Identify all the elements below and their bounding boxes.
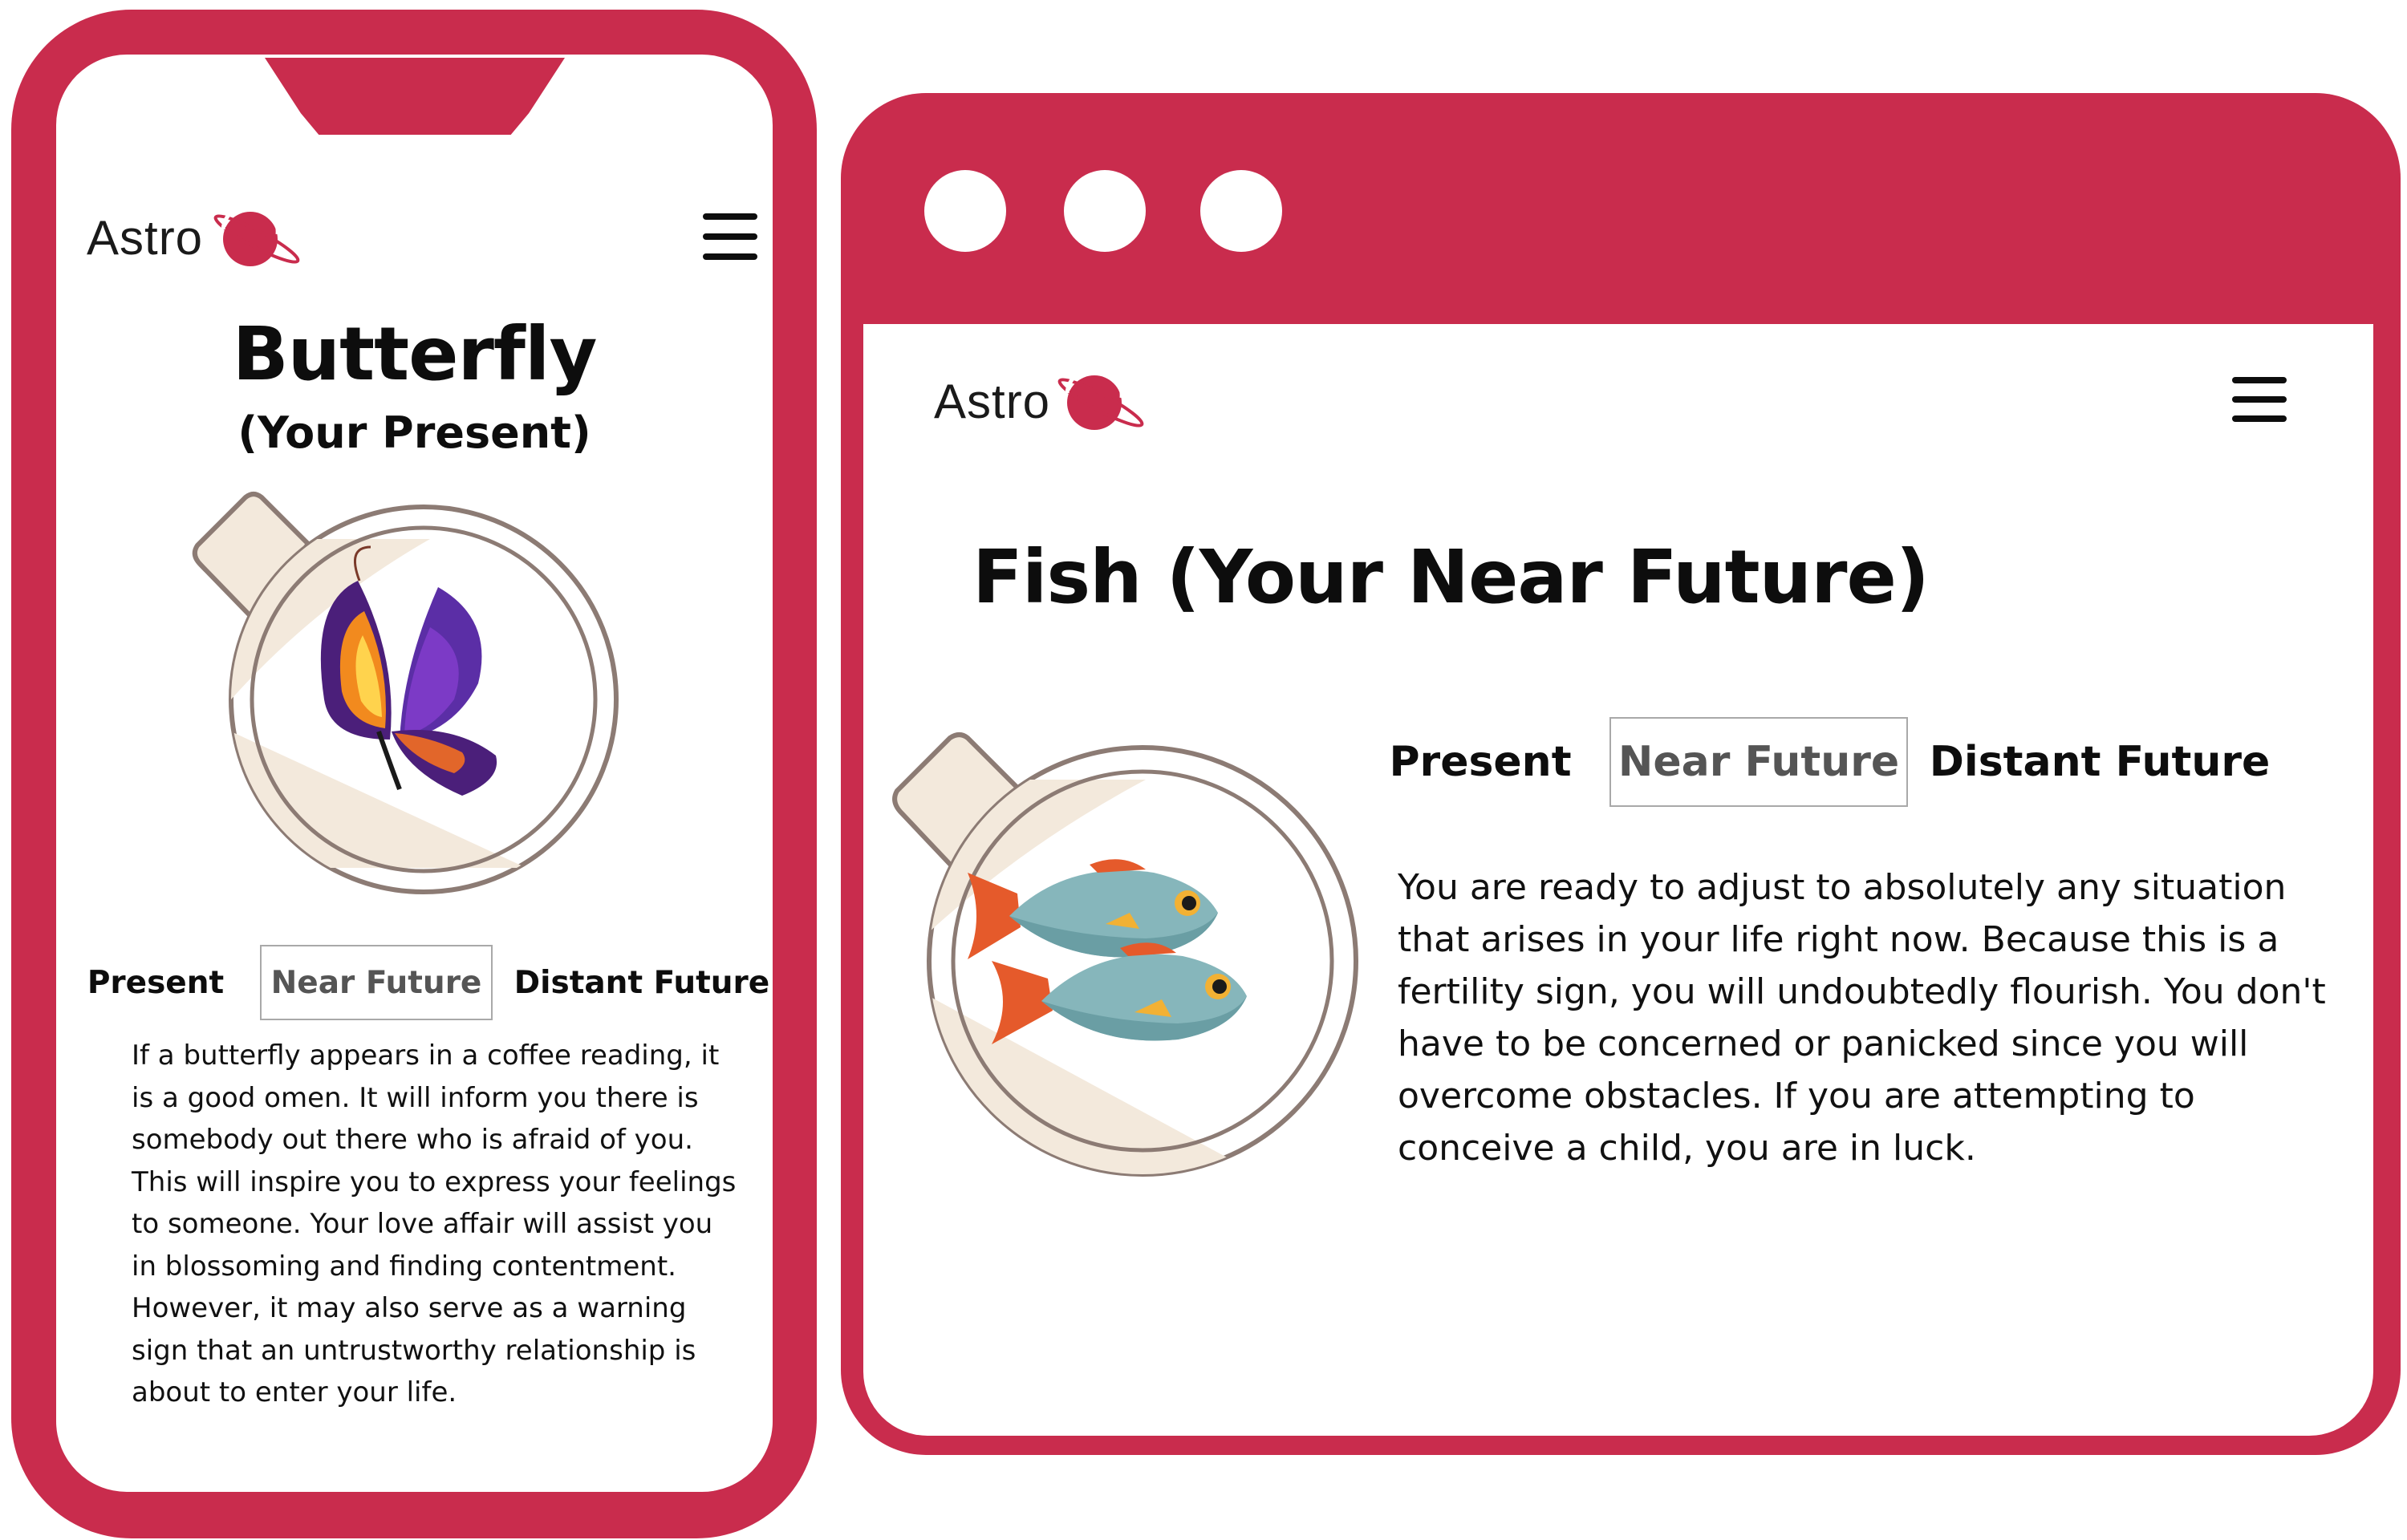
planet-logo-icon bbox=[213, 205, 300, 266]
desktop-reading-text: You are ready to adjust to absolutely an… bbox=[1398, 867, 2326, 1169]
mobile-tab-near-future[interactable]: Near Future bbox=[260, 945, 493, 1020]
window-dot-icon[interactable] bbox=[1064, 170, 1146, 252]
mobile-page-title: Butterfly bbox=[232, 311, 598, 397]
mobile-page-subtitle: (Your Present) bbox=[237, 407, 591, 458]
mobile-tab-present[interactable]: Present bbox=[87, 945, 224, 1020]
desktop-coffee-cup-illustration bbox=[892, 732, 1358, 1177]
desktop-tab-distant-future[interactable]: Distant Future bbox=[1930, 717, 2271, 807]
planet-logo-icon bbox=[1057, 369, 1144, 430]
logo-text: Astro bbox=[934, 375, 1051, 428]
desktop-hamburger-menu-icon[interactable] bbox=[2232, 377, 2287, 422]
desktop-page-title: Fish (Your Near Future) bbox=[972, 534, 1930, 620]
phone-notch bbox=[265, 58, 565, 135]
logo-text: Astro bbox=[87, 211, 204, 265]
mobile-tab-distant-future[interactable]: Distant Future bbox=[514, 945, 769, 1020]
mobile-reading-text: If a butterfly appears in a coffee readi… bbox=[132, 1040, 737, 1408]
window-dot-icon[interactable] bbox=[1200, 170, 1282, 252]
desktop-tab-present[interactable]: Present bbox=[1389, 717, 1571, 807]
desktop-logo[interactable]: Astro bbox=[934, 369, 1146, 436]
window-dot-icon[interactable] bbox=[924, 170, 1006, 252]
mobile-hamburger-menu-icon[interactable] bbox=[703, 213, 757, 260]
mobile-logo[interactable]: Astro bbox=[87, 205, 300, 273]
desktop-tab-near-future[interactable]: Near Future bbox=[1609, 717, 1908, 807]
mobile-coffee-cup-illustration bbox=[192, 492, 619, 894]
